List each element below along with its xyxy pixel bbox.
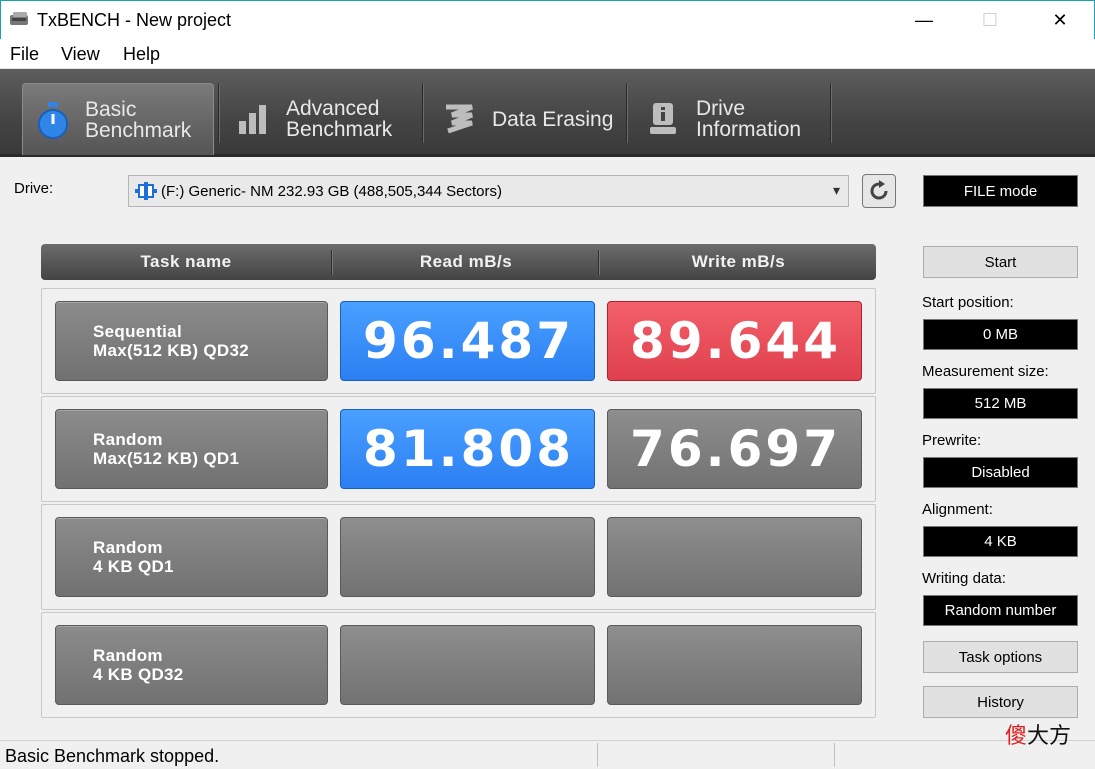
task-name: Random Max(512 KB) QD1	[93, 430, 240, 468]
tab-basic-benchmark[interactable]: Basic Benchmark	[22, 83, 214, 155]
tab-divider	[830, 83, 832, 143]
tab-divider	[218, 83, 220, 143]
task-name: Sequential Max(512 KB) QD32	[93, 322, 249, 360]
write-result	[607, 625, 862, 705]
writing-data-value[interactable]: Random number	[923, 595, 1078, 626]
measurement-size-label: Measurement size:	[922, 363, 1049, 380]
write-result: 89.644	[607, 301, 862, 381]
status-text: Basic Benchmark stopped.	[5, 746, 220, 766]
header-divider	[598, 250, 600, 275]
tab-data-erasing[interactable]: Data Erasing	[440, 83, 620, 155]
write-result	[607, 517, 862, 597]
result-row: Random 4 KB QD1	[41, 504, 876, 610]
start-button[interactable]: Start	[923, 246, 1078, 278]
task-button[interactable]: Random 4 KB QD1	[55, 517, 328, 597]
watermark: 傻大方	[1005, 718, 1071, 750]
tab-strip: Basic Benchmark Advanced Benchmark Data …	[0, 69, 1095, 157]
header-write: Write mB/s	[691, 252, 786, 271]
bar-chart-icon	[234, 99, 274, 139]
drive-info-icon	[644, 99, 684, 139]
tab-divider	[626, 83, 628, 143]
tab-divider	[422, 83, 424, 143]
header-read: Read mB/s	[419, 252, 513, 271]
chevron-down-icon: ▾	[832, 182, 840, 198]
menu-bar: File View Help	[0, 39, 1095, 69]
watermark-char: 傻	[1005, 724, 1028, 749]
read-result: 96.487	[340, 301, 595, 381]
read-result: 81.808	[340, 409, 595, 489]
menu-help[interactable]: Help	[123, 44, 160, 65]
status-divider	[834, 743, 835, 767]
drive-select[interactable]: (F:) Generic- NM 232.93 GB (488,505,344 …	[128, 175, 849, 207]
eraser-icon	[440, 99, 480, 139]
result-row: Sequential Max(512 KB) QD32 96.487 89.64…	[41, 288, 876, 394]
status-divider	[597, 743, 598, 767]
start-position-value[interactable]: 0 MB	[923, 319, 1078, 350]
read-result	[340, 625, 595, 705]
maximize-icon: ☐	[981, 10, 999, 30]
title-bar: TxBENCH - New project — ☐ ✕	[0, 0, 1095, 39]
alignment-label: Alignment:	[922, 501, 993, 518]
close-button[interactable]: ✕	[1037, 1, 1083, 40]
refresh-icon	[870, 180, 888, 200]
result-row: Random 4 KB QD32	[41, 612, 876, 718]
tab-advanced-benchmark[interactable]: Advanced Benchmark	[234, 83, 414, 155]
usb-drive-icon	[135, 182, 157, 200]
read-result	[340, 517, 595, 597]
status-bar: Basic Benchmark stopped.	[0, 740, 1095, 769]
drive-select-value: (F:) Generic- NM 232.93 GB (488,505,344 …	[161, 182, 502, 200]
app-icon	[10, 12, 28, 25]
menu-file[interactable]: File	[10, 44, 39, 65]
tab-label: Data Erasing	[492, 107, 614, 131]
tab-label: Basic Benchmark	[85, 97, 192, 142]
minimize-icon: —	[915, 10, 933, 30]
result-row: Random Max(512 KB) QD1 81.808 76.697	[41, 396, 876, 502]
tab-label: Advanced Benchmark	[286, 97, 393, 141]
close-icon: ✕	[1052, 10, 1068, 30]
window-title: TxBENCH - New project	[37, 10, 232, 30]
task-name: Random 4 KB QD1	[93, 538, 174, 576]
stopwatch-icon	[33, 100, 73, 140]
tab-label: Drive Information	[696, 97, 802, 141]
refresh-button[interactable]	[862, 174, 896, 208]
start-position-label: Start position:	[922, 294, 1014, 311]
task-button[interactable]: Random 4 KB QD32	[55, 625, 328, 705]
task-options-button[interactable]: Task options	[923, 641, 1078, 673]
tab-drive-information[interactable]: Drive Information	[644, 83, 824, 155]
write-result: 76.697	[607, 409, 862, 489]
task-name: Random 4 KB QD32	[93, 646, 184, 684]
minimize-button[interactable]: —	[901, 1, 947, 40]
history-button[interactable]: History	[923, 686, 1078, 718]
header-task-name: Task name	[140, 252, 232, 271]
alignment-value[interactable]: 4 KB	[923, 526, 1078, 557]
results-header: Task name Read mB/s Write mB/s	[41, 244, 876, 280]
menu-view[interactable]: View	[61, 44, 100, 65]
task-button[interactable]: Sequential Max(512 KB) QD32	[55, 301, 328, 381]
writing-data-label: Writing data:	[922, 570, 1006, 587]
drive-label: Drive:	[14, 180, 54, 197]
prewrite-label: Prewrite:	[922, 432, 982, 449]
mode-indicator: FILE mode	[923, 175, 1078, 207]
measurement-size-value[interactable]: 512 MB	[923, 388, 1078, 419]
watermark-text: 大方	[1027, 724, 1072, 749]
prewrite-value[interactable]: Disabled	[923, 457, 1078, 488]
maximize-button[interactable]: ☐	[967, 1, 1013, 40]
task-button[interactable]: Random Max(512 KB) QD1	[55, 409, 328, 489]
